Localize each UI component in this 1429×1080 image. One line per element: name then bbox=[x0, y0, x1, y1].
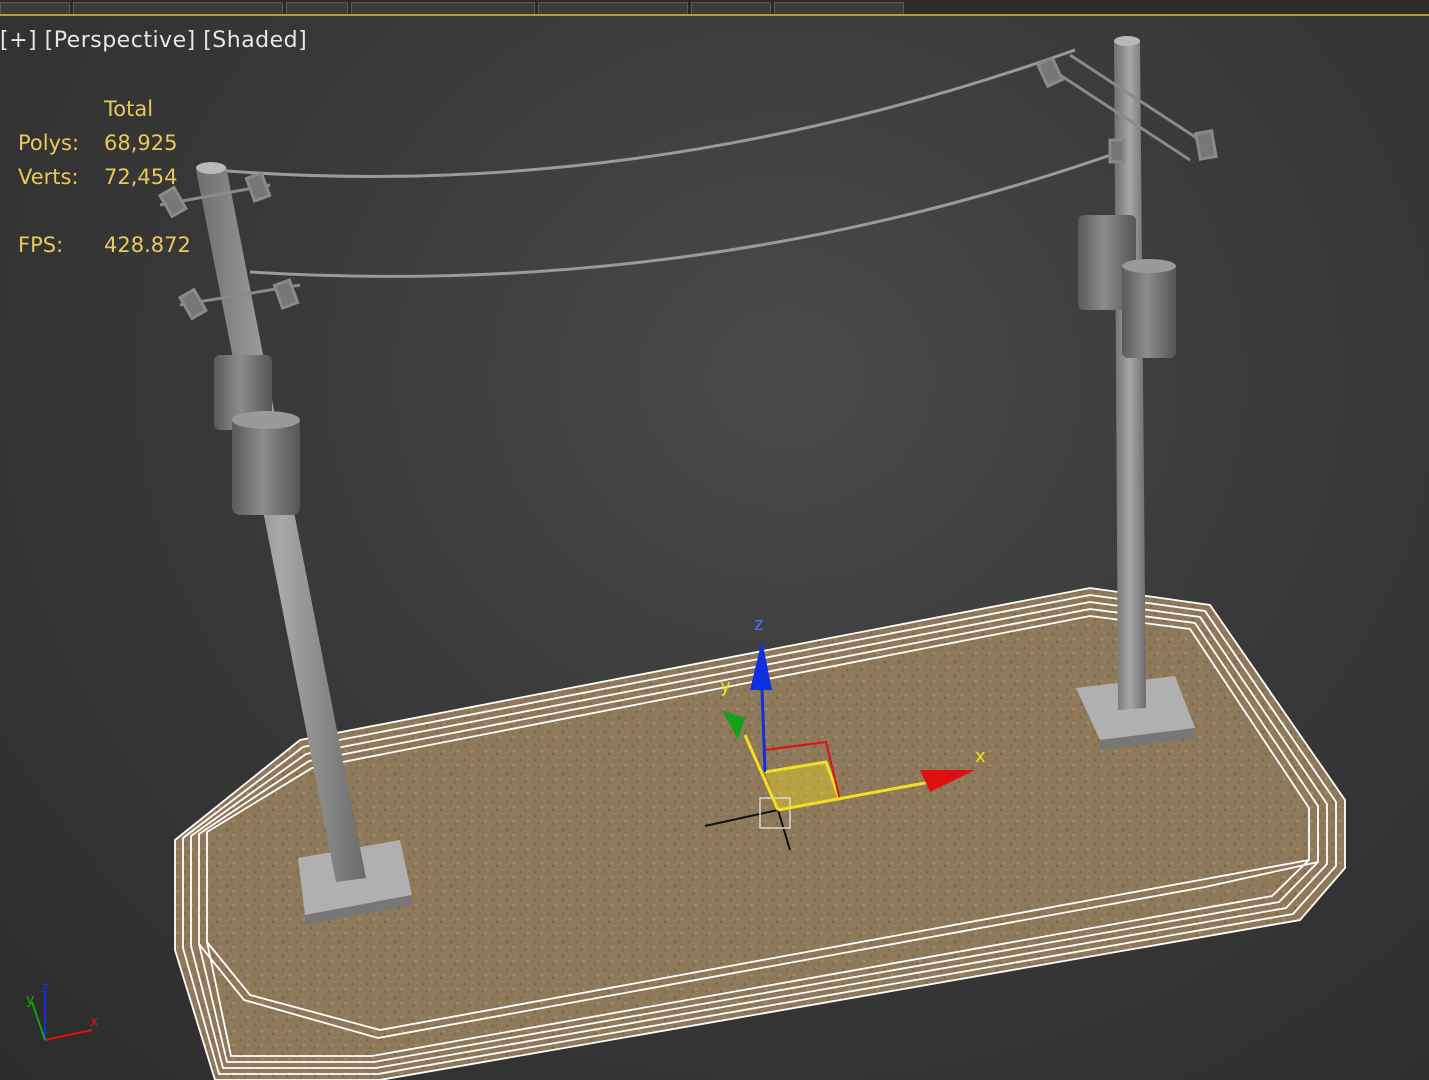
viewport-label: [+] [Perspective] [Shaded] bbox=[0, 28, 307, 53]
power-lines bbox=[214, 48, 1126, 278]
tripod-x-label: x bbox=[90, 1014, 98, 1030]
verts-value: 72,454 bbox=[104, 165, 178, 189]
tripod-z-label: z bbox=[41, 980, 48, 996]
fps-value: 428.872 bbox=[104, 233, 191, 257]
world-axis-tripod: x y z bbox=[26, 980, 98, 1041]
statistics-overlay: Total Polys: 68,925 Verts: 72,454 FPS: 428.… bbox=[18, 92, 191, 262]
viewport-shading-menu[interactable]: [Shaded] bbox=[203, 28, 307, 53]
polys-label: Polys: bbox=[18, 131, 80, 155]
viewport-view-menu[interactable]: [Perspective] bbox=[45, 28, 196, 53]
stats-header: Total bbox=[104, 97, 154, 121]
tripod-y-label: y bbox=[26, 992, 34, 1008]
fps-label: FPS: bbox=[18, 233, 64, 257]
gizmo-z-label: z bbox=[754, 614, 763, 635]
viewport-scene[interactable]: x y z x y z bbox=[0, 0, 1429, 1080]
gizmo-x-label: x bbox=[975, 746, 986, 767]
viewport-menu-plus[interactable]: [+] bbox=[0, 28, 37, 53]
polys-value: 68,925 bbox=[104, 131, 178, 155]
gizmo-y-label: y bbox=[720, 676, 731, 697]
verts-label: Verts: bbox=[18, 165, 79, 189]
